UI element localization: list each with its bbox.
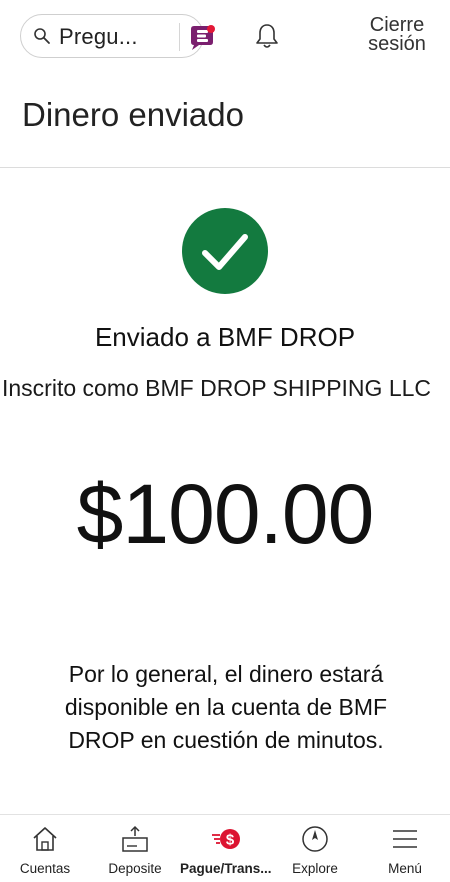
search-icon [34, 28, 50, 44]
top-bar: Pregu... Cierre sesión [0, 0, 450, 72]
sent-amount: $100.00 [76, 467, 375, 561]
sign-out-line-2: sesión [368, 33, 426, 55]
nav-label-accounts: Cuentas [19, 861, 71, 876]
nav-label-deposit: Deposite [108, 861, 162, 876]
enrolled-as-text: Inscrito como BMF DROP SHIPPING LLC [2, 375, 432, 401]
home-icon [33, 827, 57, 851]
search-divider [179, 23, 180, 51]
nav-item-accounts[interactable]: Cuentas [0, 815, 90, 882]
pay-transfer-icon: $ [212, 829, 240, 849]
money-sent-screen: Pregu... Cierre sesión Dinero enviado En… [0, 0, 450, 882]
page-title: Dinero enviado [22, 96, 244, 133]
nav-label-menu: Menú [388, 861, 422, 876]
nav-label-explore: Explore [292, 861, 338, 876]
compass-icon [302, 826, 328, 852]
notifications-bell-icon[interactable] [254, 22, 280, 50]
nav-item-menu[interactable]: Menú [360, 815, 450, 882]
sign-out-button[interactable]: Cierre sesión [362, 15, 432, 55]
availability-note: Por lo general, el dinero estará disponi… [64, 661, 388, 753]
erica-assistant-icon[interactable] [187, 23, 217, 53]
svg-text:$: $ [226, 832, 235, 849]
sent-to-recipient: Enviado a BMF DROP [94, 322, 356, 352]
nav-item-deposit[interactable]: Deposite [90, 815, 180, 882]
search-placeholder: Pregu... [59, 24, 138, 49]
nav-label-pay-transfer: Pague/Trans... [180, 861, 272, 876]
nav-item-explore[interactable]: Explore [270, 815, 360, 882]
title-divider [0, 167, 450, 168]
bottom-navigation: Cuentas Deposite $ Pague/Trans... Explor… [0, 814, 450, 882]
deposit-check-icon [122, 825, 148, 852]
menu-icon [393, 830, 417, 848]
success-check-icon [182, 208, 268, 294]
nav-item-pay-transfer[interactable]: $ Pague/Trans... [180, 815, 272, 882]
search-erica-box[interactable]: Pregu... [20, 14, 215, 58]
